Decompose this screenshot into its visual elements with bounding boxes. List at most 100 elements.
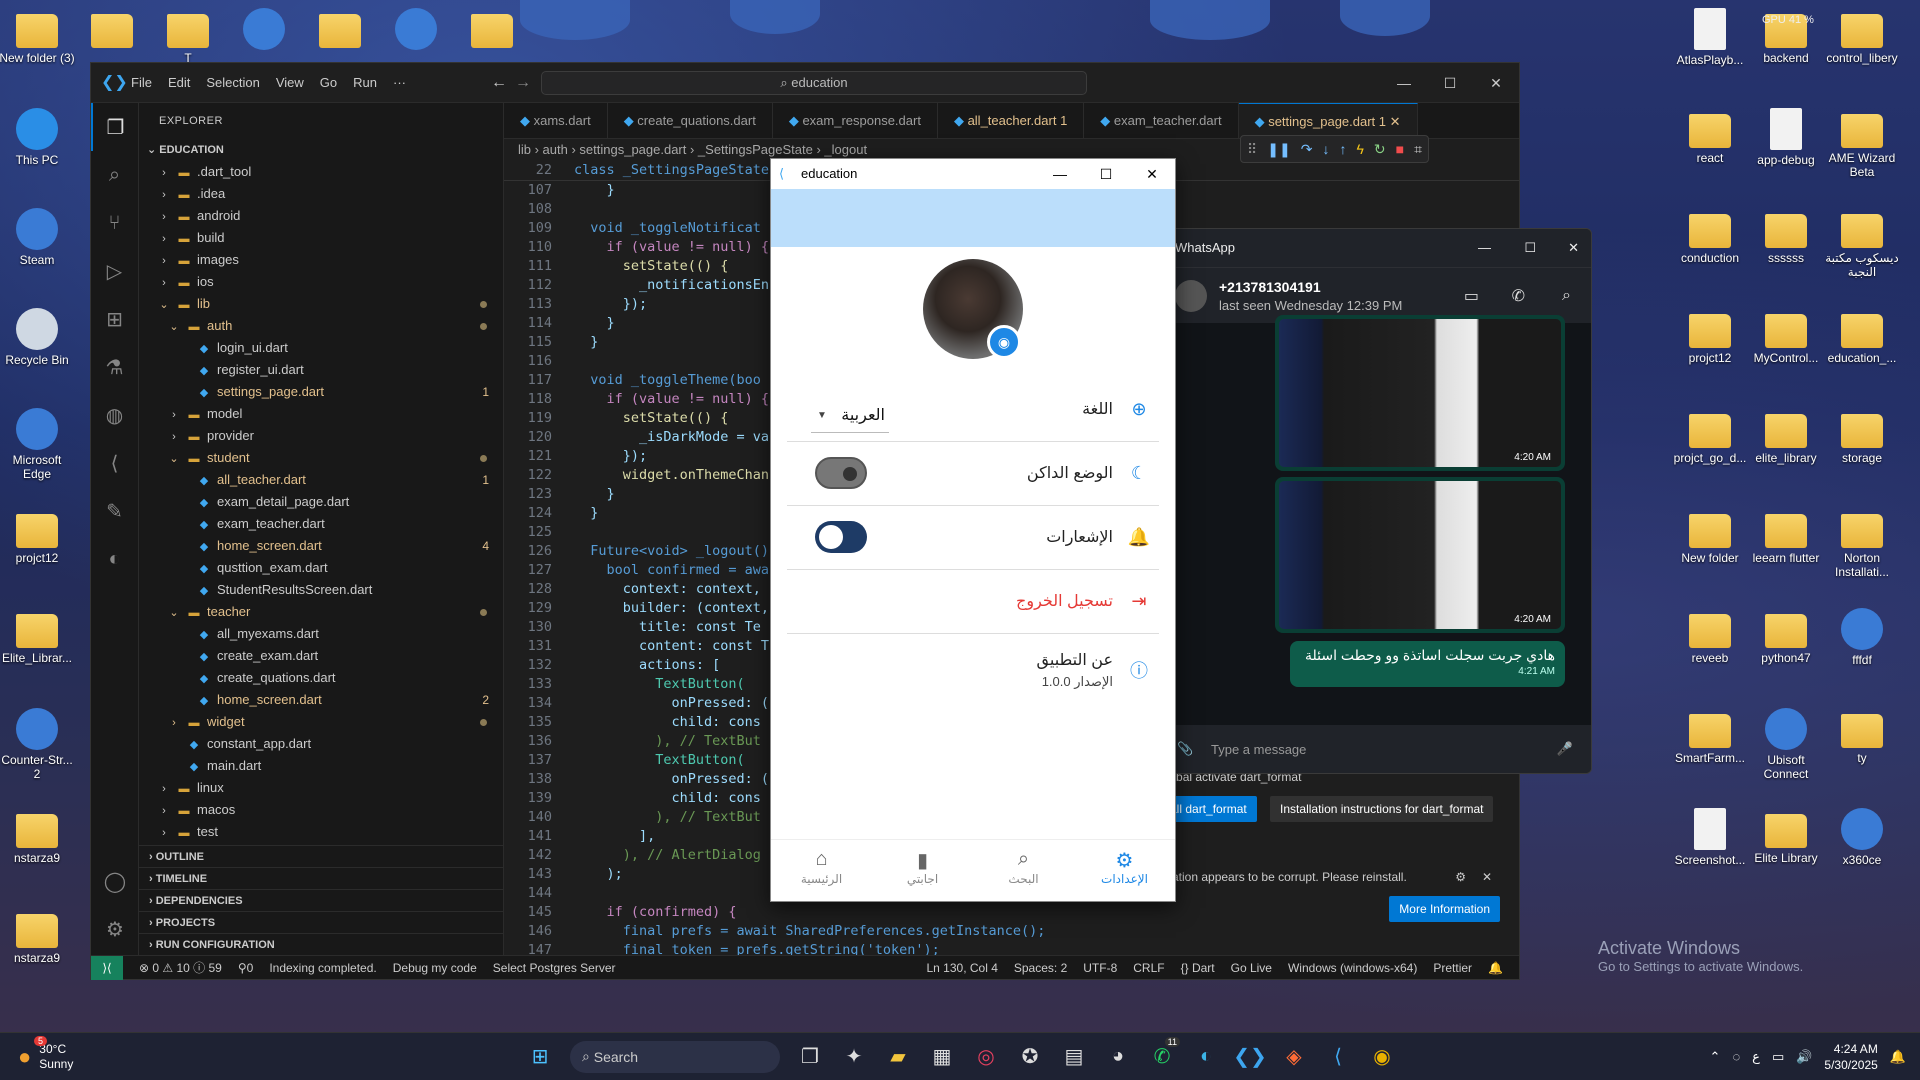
settings-gear-icon[interactable]: ⚙: [91, 905, 139, 953]
task-view-icon[interactable]: ❐: [790, 1037, 830, 1077]
dark-mode-toggle[interactable]: [815, 457, 867, 489]
notification-icon[interactable]: 🔔: [1890, 1049, 1906, 1065]
camera-icon[interactable]: ◉: [987, 325, 1021, 359]
tree-item[interactable]: ◆ constant_app.dart: [139, 733, 503, 755]
language-mode[interactable]: {} Dart: [1181, 961, 1215, 975]
tree-item[interactable]: ⌄ ▬ teacher: [139, 601, 503, 623]
close-button[interactable]: ✕: [1568, 229, 1579, 267]
menu-item[interactable]: Edit: [168, 75, 190, 90]
tree-item[interactable]: ◆ all_teacher.dart 1: [139, 469, 503, 491]
tree-item[interactable]: ◆ exam_teacher.dart: [139, 513, 503, 535]
installation-instructions-button[interactable]: Installation instructions for dart_forma…: [1270, 796, 1494, 822]
desktop-icon[interactable]: reveeb: [1670, 608, 1750, 665]
close-button[interactable]: ✕: [1473, 63, 1519, 103]
desktop-icon[interactable]: AME Wizard Beta: [1822, 108, 1902, 179]
sidebar-section[interactable]: › OUTLINE: [139, 845, 503, 867]
tree-item[interactable]: ◆ settings_page.dart 1: [139, 381, 503, 403]
remote-indicator[interactable]: ⟩⟨: [91, 955, 123, 980]
desktop-icon[interactable]: control_libery: [1822, 8, 1902, 65]
minimize-button[interactable]: —: [1478, 229, 1491, 267]
clock[interactable]: 4:24 AM 5/30/2025: [1824, 1041, 1877, 1073]
sidebar-section[interactable]: › DEPENDENCIES: [139, 889, 503, 911]
menu-item[interactable]: File: [131, 75, 152, 90]
notifications-toggle[interactable]: [815, 521, 867, 553]
problems-indicator[interactable]: ⊗ 0 ⚠ 10 ⓘ 59: [139, 959, 222, 976]
tree-item[interactable]: › ▬ widget: [139, 711, 503, 733]
menu-item[interactable]: Go: [320, 75, 337, 90]
image-message[interactable]: 4:20 AM: [1275, 315, 1565, 471]
minimize-button[interactable]: —: [1381, 63, 1427, 103]
restart-icon[interactable]: ↻: [1374, 141, 1386, 158]
microphone-icon[interactable]: 🎤: [1557, 741, 1573, 757]
tree-item[interactable]: ◆ home_screen.dart 4: [139, 535, 503, 557]
desktop-icon[interactable]: nstarza9: [0, 908, 77, 965]
app-icon[interactable]: ✪: [1010, 1037, 1050, 1077]
flutter-icon[interactable]: ⟨: [1318, 1037, 1358, 1077]
sidebar-section[interactable]: › PROJECTS: [139, 911, 503, 933]
forward-arrow-icon[interactable]: →: [515, 74, 531, 92]
back-arrow-icon[interactable]: ←: [491, 74, 507, 92]
tree-item[interactable]: ⌄ ▬ student: [139, 447, 503, 469]
desktop-icon[interactable]: [300, 8, 380, 51]
step-out-icon[interactable]: ↑: [1339, 141, 1346, 157]
tree-item[interactable]: ◆ home_screen.dart 2: [139, 689, 503, 711]
taskbar-search[interactable]: ⌕ Search: [570, 1040, 780, 1073]
copilot-icon[interactable]: ✦: [834, 1037, 874, 1077]
desktop-icon[interactable]: projct12: [0, 508, 77, 565]
desktop-icon[interactable]: leearn flutter: [1746, 508, 1826, 565]
desktop-icon[interactable]: react: [1670, 108, 1750, 165]
tree-item[interactable]: ⌄ ▬ lib: [139, 293, 503, 315]
desktop-icon[interactable]: storage: [1822, 408, 1902, 465]
desktop-icon[interactable]: [72, 8, 152, 51]
notepad-icon[interactable]: ▤: [1054, 1037, 1094, 1077]
gear-icon[interactable]: ⚙: [1455, 870, 1466, 884]
tree-item[interactable]: › ▬ build: [139, 227, 503, 249]
command-center-search[interactable]: ⌕ education: [541, 71, 1087, 95]
project-root[interactable]: ⌄ EDUCATION: [139, 139, 503, 161]
maximize-button[interactable]: ☐: [1427, 63, 1473, 103]
tree-item[interactable]: ◆ create_exam.dart: [139, 645, 503, 667]
desktop-icon[interactable]: education_...: [1822, 308, 1902, 365]
start-button[interactable]: ⊞: [520, 1037, 560, 1077]
close-button[interactable]: ✕: [1129, 159, 1175, 189]
desktop-icon[interactable]: projct12: [1670, 308, 1750, 365]
maximize-button[interactable]: ☐: [1524, 229, 1536, 267]
menu-item[interactable]: Run: [353, 75, 377, 90]
language-dropdown[interactable]: ▼ العربية: [811, 401, 889, 433]
postgres-selector[interactable]: Select Postgres Server: [493, 961, 616, 975]
hot-reload-icon[interactable]: ϟ: [1356, 141, 1363, 157]
chrome-icon[interactable]: ◉: [1362, 1037, 1402, 1077]
tree-item[interactable]: › ▬ android: [139, 205, 503, 227]
text-message[interactable]: هادي جربت سجلت اساتذة وو وحطت اسئلة 4:21…: [1290, 641, 1565, 687]
pause-icon[interactable]: ❚❚: [1267, 141, 1290, 158]
tree-item[interactable]: ◆ all_myexams.dart: [139, 623, 503, 645]
testing-icon[interactable]: ⚗: [91, 343, 138, 391]
notifications-bell-icon[interactable]: 🔔: [1488, 961, 1503, 975]
tree-item[interactable]: › ▬ .idea: [139, 183, 503, 205]
encoding[interactable]: UTF-8: [1083, 961, 1117, 975]
editor-tab[interactable]: ◆ exam_response.dart: [773, 103, 938, 138]
tree-item[interactable]: ◆ register_ui.dart: [139, 359, 503, 381]
desktop-icon[interactable]: fffdf: [1822, 608, 1902, 667]
flutter-icon[interactable]: ⟨: [91, 439, 138, 487]
search-icon[interactable]: ⌕: [1562, 287, 1571, 305]
run-debug-icon[interactable]: ▷: [91, 247, 138, 295]
drag-handle-icon[interactable]: ⠿: [1247, 141, 1257, 158]
desktop-icon[interactable]: AtlasPlayb...: [1670, 8, 1750, 67]
nav-item-search[interactable]: ⌕ البحث: [973, 840, 1074, 901]
desktop-icon[interactable]: Steam: [0, 208, 77, 267]
network-icon[interactable]: ▭: [1772, 1049, 1784, 1065]
menu-item[interactable]: ···: [393, 75, 406, 90]
tree-item[interactable]: › ▬ test: [139, 821, 503, 843]
desktop-icon[interactable]: projct_go_d...: [1670, 408, 1750, 465]
keyboard-language[interactable]: ع: [1752, 1049, 1760, 1065]
nav-item-bookmark[interactable]: ▮ اجابتي: [872, 840, 973, 901]
step-over-icon[interactable]: ↷: [1301, 141, 1313, 158]
tree-item[interactable]: › ▬ images: [139, 249, 503, 271]
step-into-icon[interactable]: ↓: [1322, 141, 1329, 157]
editor-tab[interactable]: ◆ xams.dart: [504, 103, 608, 138]
tree-item[interactable]: ◆ exam_detail_page.dart: [139, 491, 503, 513]
ports-indicator[interactable]: ⚲0: [238, 961, 253, 975]
tree-item[interactable]: › ▬ provider: [139, 425, 503, 447]
store-icon[interactable]: ▦: [922, 1037, 962, 1077]
